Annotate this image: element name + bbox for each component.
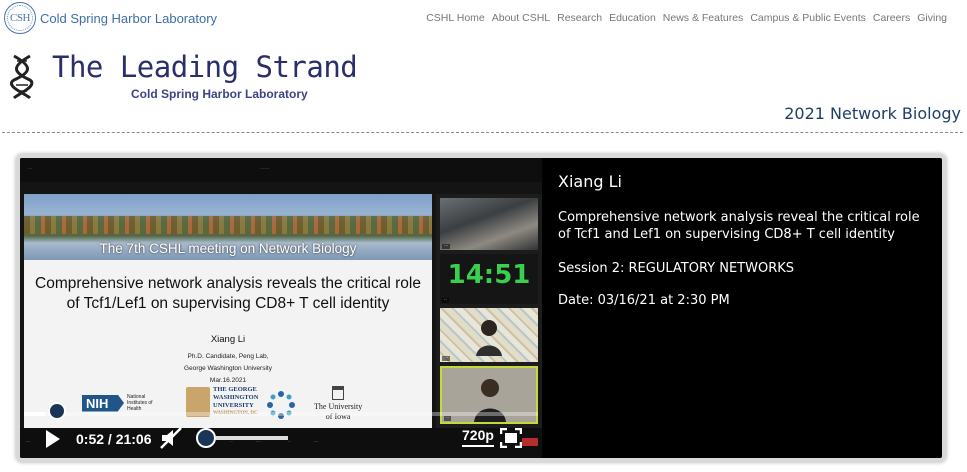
talk-date: Date: 03/16/21 at 2:30 PM [558, 293, 730, 308]
seek-handle[interactable] [48, 402, 67, 420]
time-display: 0:52 / 21:06 [76, 431, 152, 447]
slide-meeting-name: The 7th CSHL meeting on Network Biology [99, 241, 357, 256]
slide-affiliation-line: Ph.D. Candidate, Peng Lab, [187, 353, 269, 360]
nav-about-cshl[interactable]: About CSHL [492, 12, 550, 24]
fullscreen-icon[interactable] [500, 428, 522, 448]
slide-affiliation-line: George Washington University [184, 365, 272, 372]
nav-careers[interactable]: Careers [873, 12, 910, 24]
speaker-name: Xiang Li [558, 172, 622, 191]
countdown-timer: 14:51 [447, 260, 531, 290]
slide-title: Comprehensive network analysis reveals t… [35, 275, 421, 312]
participant-tile-timer: 14:51 ·· [440, 254, 538, 304]
nih-logo-text: National Institutes of Health [127, 394, 153, 412]
nih-logo: NIH National Institutes of Health [82, 394, 163, 412]
presentation-slide: The 7th CSHL meeting on Network Biology … [24, 194, 432, 428]
video-card: ··· ······ The 7th CSHL meeting on Netwo… [16, 154, 946, 462]
nav-education[interactable]: Education [609, 12, 656, 24]
header-divider [2, 132, 963, 133]
player-controls: 0:52 / 21:06 720p [20, 422, 542, 458]
volume-handle[interactable] [196, 428, 216, 448]
site-title: The Leading Strand [52, 50, 358, 84]
nav-cshl-home[interactable]: CSHL Home [426, 12, 485, 24]
slide-author: Xiang Li [210, 334, 246, 345]
participant-tile-host: ··· [440, 308, 538, 362]
talk-info: Xiang Li Comprehensive network analysis … [558, 172, 928, 309]
play-button[interactable] [46, 430, 60, 448]
nav-giving[interactable]: Giving [917, 12, 947, 24]
zoom-bar-left-blur: ··· [28, 166, 33, 172]
nav-campus-events[interactable]: Campus & Public Events [750, 12, 866, 24]
site-subtitle: Cold Spring Harbor Laboratory [131, 87, 308, 101]
volume-slider[interactable] [216, 436, 288, 440]
iowa-capitol-icon [332, 386, 345, 400]
cshl-logo-text: Cold Spring Harbor Laboratory [40, 10, 218, 26]
mute-icon[interactable] [158, 425, 184, 451]
section-title[interactable]: 2021 Network Biology [784, 104, 961, 123]
slide-affiliation: Ph.D. Candidate, Peng Lab, George Washin… [24, 351, 432, 387]
nih-logo-box: NIH [82, 394, 124, 412]
zoom-window-bar: ··· ······ [20, 158, 542, 182]
participant-tile-room: ··· [440, 198, 538, 250]
seek-bar-played [24, 412, 46, 416]
quality-selector[interactable]: 720p [462, 427, 494, 447]
dna-helix-icon [10, 54, 34, 100]
top-bar: CSH Cold Spring Harbor Laboratory CSHL H… [0, 0, 967, 34]
iowa-logo: The University of Iowa [314, 386, 362, 422]
video-player[interactable]: ··· ······ The 7th CSHL meeting on Netwo… [20, 158, 542, 458]
cshl-seal-icon: CSH [4, 2, 36, 34]
top-navigation: CSHL Home About CSHL Research Education … [426, 12, 947, 24]
nav-news-features[interactable]: News & Features [663, 12, 744, 24]
seek-bar[interactable] [24, 412, 538, 416]
talk-session: Session 2: REGULATORY NETWORKS [558, 261, 794, 276]
talk-title: Comprehensive network analysis reveal th… [558, 210, 920, 242]
leading-strand-brand[interactable]: The Leading Strand Cold Spring Harbor La… [8, 50, 358, 101]
zoom-gallery-panel: ··· 14:51 ·· ··· ·· [436, 194, 542, 428]
slide-logos: NIH National Institutes of Health THE GE… [24, 386, 432, 426]
cshl-logo[interactable]: CSH Cold Spring Harbor Laboratory [4, 2, 217, 34]
zoom-bar-title-blur: ······ [260, 166, 270, 172]
participant-avatar-icon [476, 320, 502, 356]
nav-research[interactable]: Research [557, 12, 602, 24]
